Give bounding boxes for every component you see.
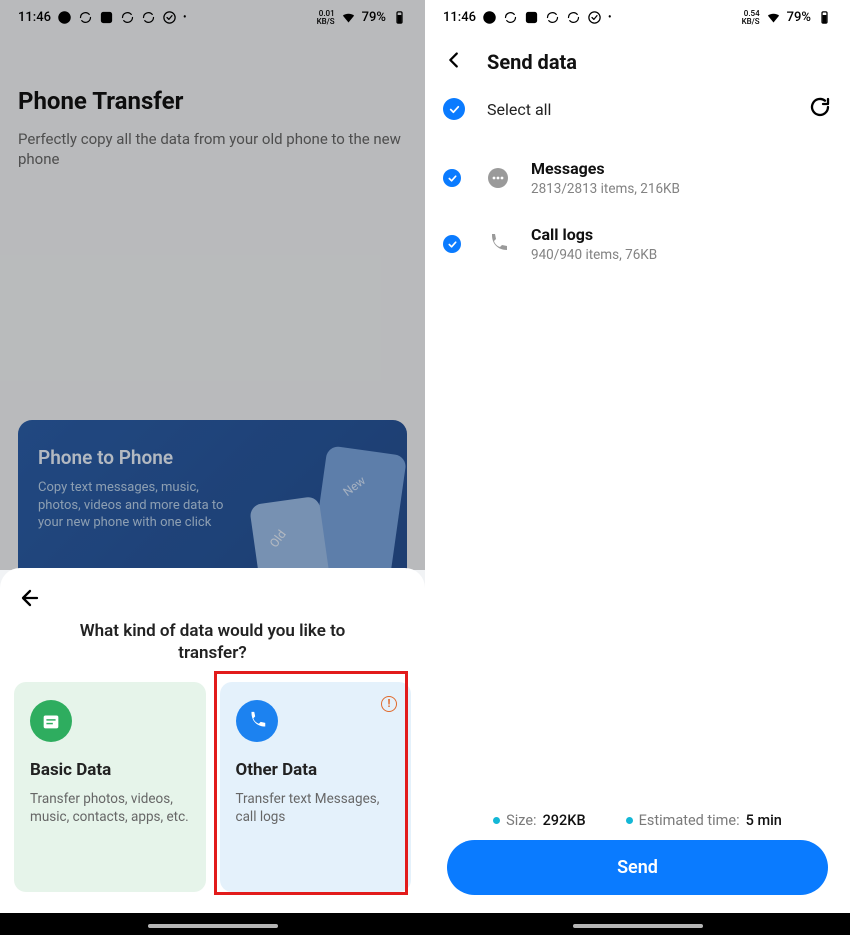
- wifi-icon: [341, 10, 356, 25]
- item-call-logs[interactable]: Call logs 940/940 items, 76KB: [425, 211, 850, 277]
- status-app-icon-2: [99, 10, 114, 25]
- refresh-button[interactable]: [808, 95, 832, 123]
- messages-icon: [485, 165, 511, 191]
- other-data-title: Other Data: [236, 760, 396, 780]
- back-button[interactable]: [443, 49, 465, 75]
- status-sync-icon-2: [545, 10, 560, 25]
- send-button[interactable]: Send: [447, 840, 828, 895]
- battery-icon: [817, 10, 832, 25]
- page-title: Send data: [487, 50, 577, 74]
- select-all-checkbox[interactable]: [443, 98, 465, 120]
- android-navbar[interactable]: [425, 913, 850, 935]
- p2p-subtitle: Copy text messages, music, photos, video…: [38, 479, 238, 532]
- page-title: Phone Transfer: [18, 87, 407, 115]
- sheet-title: What kind of data would you like to tran…: [14, 620, 411, 664]
- status-sync-icon-2: [120, 10, 135, 25]
- status-sync-icon-3: [141, 10, 156, 25]
- eta-label: Estimated time:: [639, 812, 740, 829]
- send-button-label: Send: [617, 857, 658, 878]
- screen-phone-transfer: 11:46 • 0.01KB/S 79% Phone Transfer Perf…: [0, 0, 425, 935]
- battery-icon: [392, 10, 407, 25]
- other-data-sub: Transfer text Messages, call logs: [236, 790, 396, 826]
- eta-value: 5 min: [746, 812, 782, 829]
- size-value: 292KB: [543, 812, 586, 829]
- item-messages[interactable]: Messages 2813/2813 items, 216KB: [425, 145, 850, 211]
- status-dot-icon: •: [608, 12, 612, 23]
- status-battery-pct: 79%: [787, 10, 811, 25]
- calllogs-sub: 940/940 items, 76KB: [531, 247, 657, 263]
- status-dot-icon: •: [183, 12, 187, 23]
- status-netspeed: 0.01KB/S: [317, 10, 335, 26]
- status-time: 11:46: [443, 10, 476, 25]
- transfer-type-sheet: What kind of data would you like to tran…: [0, 568, 425, 913]
- status-bar: 11:46 • 0.54KB/S 79%: [425, 0, 850, 35]
- status-app-icon-1: [482, 10, 497, 25]
- status-sync-icon-1: [78, 10, 93, 25]
- back-button[interactable]: [18, 586, 42, 614]
- alert-icon: !: [381, 696, 397, 712]
- calllogs-title: Call logs: [531, 225, 657, 244]
- basic-data-sub: Transfer photos, videos, music, contacts…: [30, 790, 190, 826]
- basic-data-card[interactable]: Basic Data Transfer photos, videos, musi…: [14, 682, 206, 892]
- status-bar: 11:46 • 0.01KB/S 79%: [0, 0, 425, 35]
- other-data-card[interactable]: ! Other Data Transfer text Messages, cal…: [220, 682, 412, 892]
- android-navbar[interactable]: [0, 913, 425, 935]
- page-subtitle: Perfectly copy all the data from your ol…: [18, 129, 407, 170]
- status-check-icon: [587, 10, 602, 25]
- messages-checkbox[interactable]: [443, 169, 461, 187]
- status-battery-pct: 79%: [362, 10, 386, 25]
- footer-info: Size: 292KB Estimated time: 5 min: [425, 812, 850, 829]
- basic-data-icon: [30, 700, 72, 742]
- select-all-label: Select all: [487, 100, 551, 119]
- screen-send-data: 11:46 • 0.54KB/S 79% Send data: [425, 0, 850, 935]
- wifi-icon: [766, 10, 781, 25]
- phone-icon: [485, 231, 511, 257]
- size-label: Size:: [506, 812, 536, 829]
- basic-data-title: Basic Data: [30, 760, 190, 780]
- messages-sub: 2813/2813 items, 216KB: [531, 181, 680, 197]
- status-time: 11:46: [18, 10, 51, 25]
- calllogs-checkbox[interactable]: [443, 235, 461, 253]
- status-app-icon-2: [524, 10, 539, 25]
- status-app-icon-1: [57, 10, 72, 25]
- other-data-icon: [236, 700, 278, 742]
- status-netspeed: 0.54KB/S: [742, 10, 760, 26]
- status-sync-icon-3: [566, 10, 581, 25]
- status-sync-icon-1: [503, 10, 518, 25]
- status-check-icon: [162, 10, 177, 25]
- messages-title: Messages: [531, 159, 680, 178]
